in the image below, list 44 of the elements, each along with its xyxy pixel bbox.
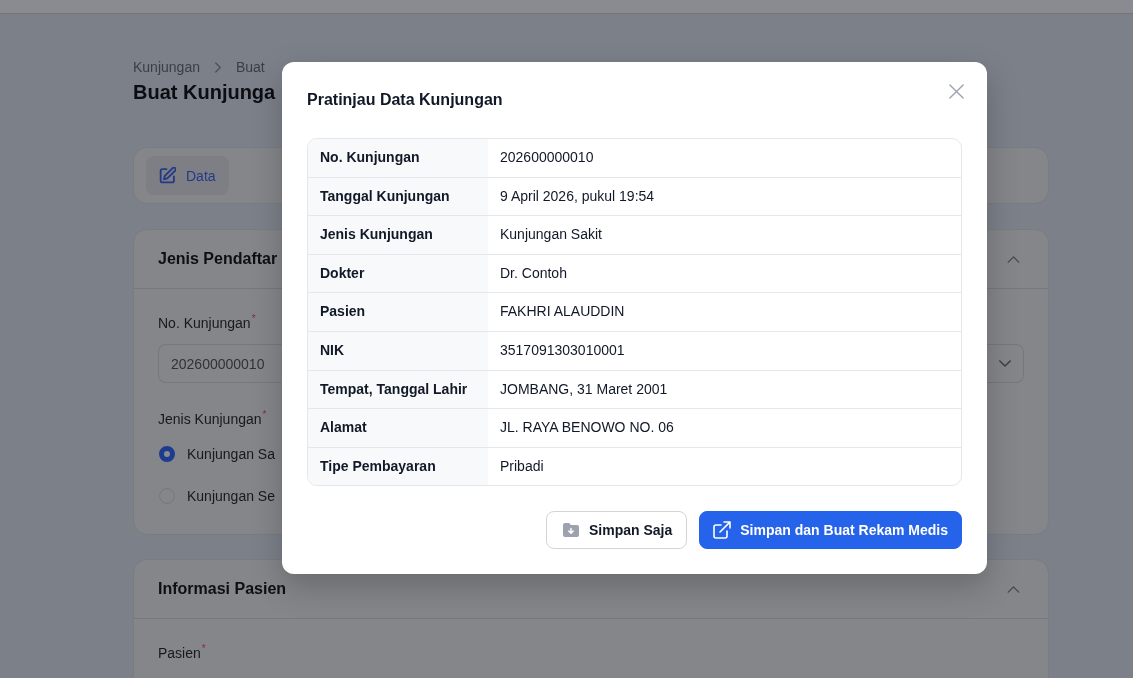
chevron-up-icon[interactable] bbox=[1007, 255, 1020, 263]
edit-icon bbox=[159, 167, 176, 184]
external-link-icon bbox=[713, 521, 732, 540]
tab[interactable]: Data bbox=[146, 156, 229, 195]
table-label-cell: NIK bbox=[308, 331, 488, 370]
required-mark: * bbox=[251, 313, 256, 325]
save-button[interactable]: Simpan Saja bbox=[546, 511, 688, 550]
folder-download-icon bbox=[563, 523, 579, 538]
table-label-cell: No. Kunjungan bbox=[308, 139, 488, 177]
breadcrumb-link[interactable]: Kunjungan bbox=[133, 57, 200, 77]
required-mark: * bbox=[201, 643, 206, 655]
radio-option[interactable]: Kunjungan Se bbox=[158, 486, 275, 506]
table-value-cell-text: 202600000010 bbox=[499, 148, 595, 167]
chevron-down-icon bbox=[999, 360, 1011, 367]
radio-option[interactable]: Kunjungan Sa bbox=[158, 444, 275, 464]
breadcrumb-link[interactable]: Buat bbox=[235, 57, 265, 77]
table-value-cell-text: Dr. Contoh bbox=[499, 263, 568, 283]
page-title: Buat Kunjunga bbox=[133, 80, 276, 105]
dialog-title: Pratinjau Data Kunjungan bbox=[307, 90, 503, 110]
field-label: Jenis Kunjungan bbox=[158, 410, 262, 429]
table-value-cell-text: 3517091303010001 bbox=[499, 340, 626, 360]
table-label-cell: Tanggal Kunjungan bbox=[308, 177, 488, 216]
table-value-cell-text: Kunjungan Sakit bbox=[499, 225, 603, 245]
table-label-cell: Tempat, Tanggal Lahir bbox=[308, 370, 488, 409]
text-field[interactable]: 202600000010 bbox=[158, 344, 282, 383]
table-value-cell-text: JL. RAYA BENOWO NO. 06 bbox=[499, 418, 675, 438]
table-label-cell: Alamat bbox=[308, 409, 488, 447]
table-label-cell: Tipe Pembayaran bbox=[308, 447, 488, 486]
table-label-cell: Dokter bbox=[308, 254, 488, 293]
chevron-right-icon bbox=[214, 61, 221, 73]
table-label-cell: Pasien bbox=[308, 293, 488, 331]
table-label-cell: Jenis Kunjungan bbox=[308, 216, 488, 254]
table-value-cell-text: FAKHRI ALAUDDIN bbox=[499, 302, 626, 322]
field-label: Pasien bbox=[158, 644, 201, 663]
close-icon[interactable] bbox=[949, 84, 964, 99]
section-title: Jenis Pendaftar bbox=[158, 250, 278, 268]
table-value-cell-text: JOMBANG, 31 Maret 2001 bbox=[499, 379, 669, 399]
required-mark: * bbox=[262, 409, 267, 421]
chevron-up-icon[interactable] bbox=[1007, 585, 1020, 593]
table-value-cell-text: 9 April 2026, pukul 19:54 bbox=[499, 186, 656, 206]
field-label: No. Kunjungan bbox=[158, 314, 251, 333]
save-and-create-button[interactable]: Simpan dan Buat Rekam Medis bbox=[699, 511, 962, 550]
table-value-cell-text: Pribadi bbox=[499, 456, 545, 476]
section-title: Informasi Pasien bbox=[158, 580, 287, 598]
